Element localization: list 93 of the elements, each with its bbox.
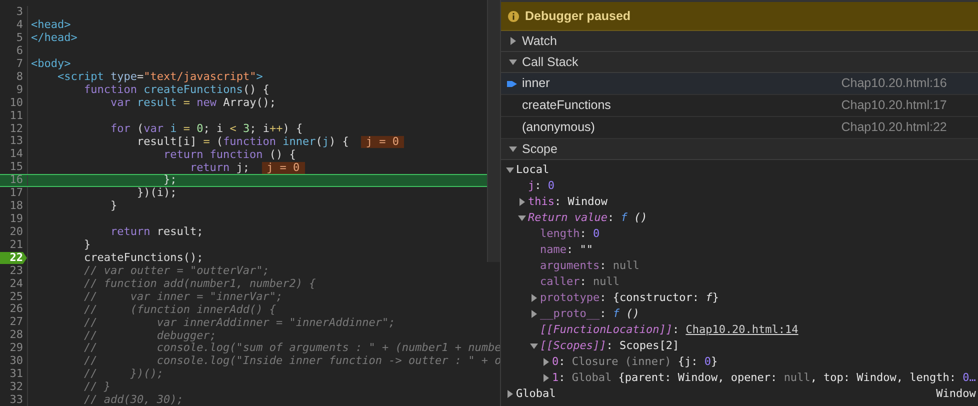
line-number: 24 xyxy=(10,276,24,292)
source-link[interactable]: Chap10.20.html:14 xyxy=(686,322,798,336)
line-number: 15 xyxy=(10,159,24,174)
line-number: 23 xyxy=(10,262,24,278)
collapsed-arrow-icon[interactable] xyxy=(518,198,526,206)
line-number: 5 xyxy=(16,30,24,46)
code-line: // add(30, 30); xyxy=(82,394,184,406)
scope-entry: j: 0 xyxy=(528,178,554,194)
expanded-arrow-icon[interactable] xyxy=(530,342,538,350)
line-number: 14 xyxy=(10,146,24,162)
expanded-arrow-icon[interactable] xyxy=(509,145,517,153)
banner-text: Debugger paused xyxy=(525,8,631,25)
arrow-icon xyxy=(507,78,517,88)
info-icon xyxy=(508,10,519,22)
section-header[interactable]: Watch xyxy=(501,31,978,52)
code-line: createFunctions(); xyxy=(82,252,204,264)
call-stack-frame[interactable]: inner Chap10.20.html:16 xyxy=(501,73,978,95)
code-line: var result = new Array(); xyxy=(109,96,276,109)
scope-entry: caller: null xyxy=(540,274,620,290)
line-number: 25 xyxy=(10,288,24,304)
code-line: </head> xyxy=(31,32,78,44)
scope-entry: arguments: null xyxy=(540,258,640,274)
frame-name: createFunctions xyxy=(522,97,611,114)
inline-value: j = 0 xyxy=(360,136,404,148)
scope-entry: Return value: f () xyxy=(528,210,648,226)
line-number: 28 xyxy=(10,327,24,342)
code-line: <script type="text/javascript"> xyxy=(56,71,263,84)
code-line: // (function innerAdd() { xyxy=(82,304,276,316)
scope-entry: prototype: {constructor: f} xyxy=(540,290,719,306)
scope-entry: Global xyxy=(516,386,556,402)
scope-entry: 0: Closure (inner) {j: 0} xyxy=(552,354,718,370)
line-number: 26 xyxy=(10,301,24,316)
frame-location[interactable]: Chap10.20.html:22 xyxy=(841,118,947,137)
code-line: result[i] = (function inner(j) { xyxy=(136,136,349,148)
line-number: 8 xyxy=(16,68,24,84)
code-line: // debugger; xyxy=(82,330,216,342)
line-number: 12 xyxy=(10,120,24,136)
line-number: 18 xyxy=(10,198,24,214)
code-line: return function () { xyxy=(162,148,296,161)
line-number: 19 xyxy=(10,210,24,226)
section-header[interactable]: Call Stack xyxy=(501,52,978,73)
section-header[interactable]: Scope xyxy=(501,139,978,160)
expanded-arrow-icon[interactable] xyxy=(509,58,517,66)
code-line: return j; xyxy=(188,162,250,174)
scrollbar-thumb[interactable] xyxy=(487,0,500,262)
code-line: <head> xyxy=(31,19,71,32)
code-line: // } xyxy=(82,381,110,394)
scope-entry: 1: Global {parent: Window, opener: null, top: Window, length: 0… xyxy=(552,370,976,386)
code-line: <body> xyxy=(31,58,71,70)
line-number: 29 xyxy=(10,340,24,356)
code-line: } xyxy=(82,239,91,252)
line-number: 17 xyxy=(10,185,24,200)
line-number: 3 xyxy=(16,4,24,20)
expanded-arrow-icon[interactable] xyxy=(518,214,526,222)
code-line: // })(); xyxy=(82,368,164,380)
collapsed-arrow-icon[interactable] xyxy=(509,37,517,45)
code-line: // function add(number1, number2) { xyxy=(82,278,316,290)
code-line: // var outter = "outterVar"; xyxy=(82,264,270,277)
code-line: } xyxy=(109,200,118,212)
scope-entry: length: 0 xyxy=(540,226,600,242)
scope-entry: [[Scopes]]: Scopes[2] xyxy=(540,338,680,354)
code-line: return result; xyxy=(109,226,204,238)
code-line: function createFunctions() { xyxy=(82,84,270,96)
line-number: 9 xyxy=(16,82,24,98)
scope-entry: name: "" xyxy=(540,242,593,258)
scope-entry: __proto__: f () xyxy=(540,306,640,322)
line-number: 20 xyxy=(10,224,24,240)
line-number: 30 xyxy=(10,353,24,368)
frame-location[interactable]: Chap10.20.html:16 xyxy=(841,74,947,93)
code-line: for (var i = 0; i < 3; i++) { xyxy=(109,122,303,135)
frame-location[interactable]: Chap10.20.html:17 xyxy=(841,96,947,115)
inline-value: j = 0 xyxy=(262,162,305,174)
line-number: 33 xyxy=(10,392,24,406)
line-number: 31 xyxy=(10,366,24,382)
code-line: // var inner = "innerVar"; xyxy=(82,290,283,303)
collapsed-arrow-icon[interactable] xyxy=(506,390,514,398)
line-number: 21 xyxy=(10,236,24,252)
line-number: 27 xyxy=(10,314,24,330)
frame-name: inner xyxy=(522,75,550,92)
code-line: // var innerAddinner = "innerAddinner"; xyxy=(82,316,396,329)
frame-name: (anonymous) xyxy=(522,119,595,136)
line-number: 32 xyxy=(10,378,24,394)
code-line: }; xyxy=(162,174,177,186)
line-number: 16 xyxy=(10,172,24,188)
line-number: 4 xyxy=(16,17,24,33)
scope-value: Window xyxy=(936,386,976,402)
line-number: 13 xyxy=(10,133,24,149)
breakpoint-marker[interactable]: 22 xyxy=(0,252,27,264)
scope-entry: [[FunctionLocation]]: Chap10.20.html:14 xyxy=(540,322,798,338)
code-line: })(i); xyxy=(136,187,177,200)
expanded-arrow-icon[interactable] xyxy=(506,166,514,174)
scope-entry: this: Window xyxy=(528,194,608,210)
scope-entry: Local xyxy=(516,162,550,178)
